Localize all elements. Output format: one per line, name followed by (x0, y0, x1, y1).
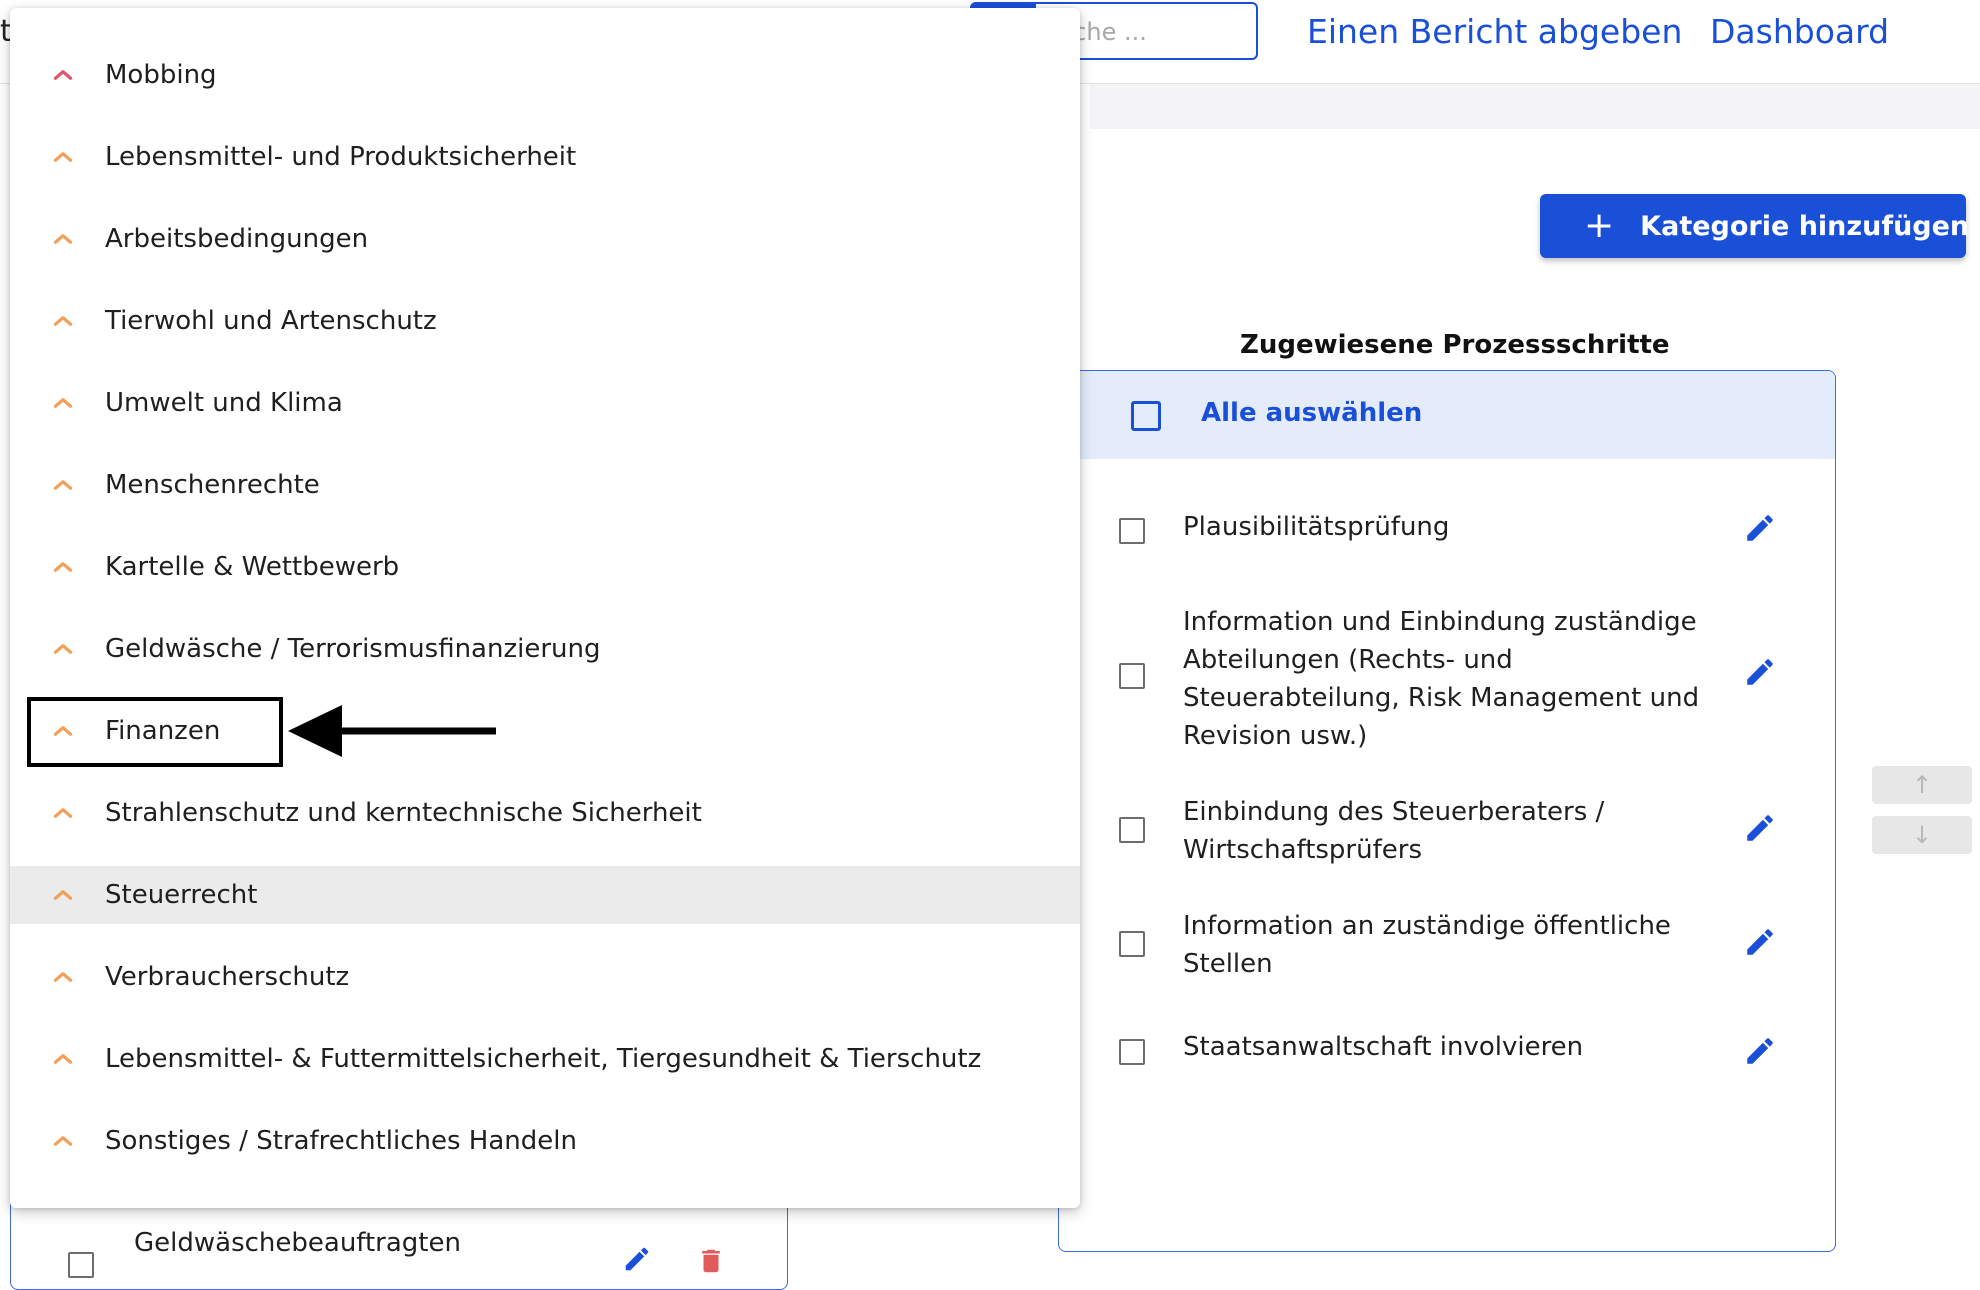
dropdown-item-label: Verbraucherschutz (105, 962, 350, 992)
trash-icon[interactable] (696, 1246, 726, 1276)
chevron-up-icon (53, 1054, 73, 1064)
dropdown-item[interactable]: Sonstiges / Strafrechtliches Handeln (10, 1112, 1080, 1170)
dropdown-item-label: Menschenrechte (105, 470, 320, 500)
process-steps-panel: Alle auswählen Plausibilitätsprüfung Inf… (1058, 370, 1836, 1252)
select-all-label[interactable]: Alle auswählen (1201, 398, 1422, 428)
chevron-up-icon (53, 808, 73, 818)
dropdown-item-label: Umwelt und Klima (105, 388, 343, 418)
category-dropdown-menu: Mobbing Lebensmittel- und Produktsicherh… (10, 8, 1080, 1208)
chevron-up-icon (53, 1136, 73, 1146)
dropdown-item[interactable]: Arbeitsbedingungen (10, 210, 1080, 268)
dropdown-item[interactable]: Tierwohl und Artenschutz (10, 292, 1080, 350)
list-row-checkbox[interactable] (68, 1252, 94, 1278)
chevron-up-icon (53, 890, 73, 900)
dropdown-item-label: Lebensmittel- und Produktsicherheit (105, 142, 577, 172)
nav-dashboard-link[interactable]: Dashboard (1710, 12, 1889, 51)
list-row-label: Geldwäschebeauftragten (134, 1228, 461, 1258)
dropdown-item-label: Arbeitsbedingungen (105, 224, 369, 254)
step-label: Information an zuständige öffentliche St… (1183, 911, 1671, 979)
dropdown-item-label: Steuerrecht (105, 880, 258, 910)
dropdown-item[interactable]: Lebensmittel- & Futtermittelsicherheit, … (10, 1030, 1080, 1088)
plus-icon: + (1584, 205, 1615, 246)
pencil-icon[interactable] (1743, 655, 1777, 689)
select-all-row[interactable]: Alle auswählen (1059, 371, 1835, 459)
dropdown-item[interactable]: Umwelt und Klima (10, 374, 1080, 432)
step-checkbox[interactable] (1119, 817, 1145, 843)
step-checkbox[interactable] (1119, 663, 1145, 689)
step-label: Staatsanwaltschaft involvieren (1183, 1032, 1584, 1062)
process-panel-title: Zugewiesene Prozessschritte (1240, 330, 1670, 360)
chevron-up-icon (53, 398, 73, 408)
dropdown-item[interactable]: Mobbing (10, 46, 1080, 104)
pencil-icon[interactable] (1743, 511, 1777, 545)
chevron-up-icon (53, 480, 73, 490)
chevron-up-icon (53, 234, 73, 244)
dropdown-item-hovered[interactable]: Steuerrecht (10, 866, 1080, 924)
pencil-icon[interactable] (1743, 1034, 1777, 1068)
dropdown-item-label: Strahlenschutz und kerntechnische Sicher… (105, 798, 702, 828)
chevron-up-icon (53, 644, 73, 654)
dropdown-item[interactable]: Strahlenschutz und kerntechnische Sicher… (10, 784, 1080, 842)
sub-header-bar (1090, 84, 1980, 129)
move-down-button[interactable]: ↓ (1872, 816, 1972, 854)
step-checkbox[interactable] (1119, 1039, 1145, 1065)
pencil-icon[interactable] (622, 1244, 652, 1274)
dropdown-item-label: Geldwäsche / Terrorismusfinanzierung (105, 634, 601, 664)
dropdown-item[interactable]: Geldwäsche / Terrorismusfinanzierung (10, 620, 1080, 678)
step-checkbox[interactable] (1119, 518, 1145, 544)
dropdown-item[interactable]: Verbraucherschutz (10, 948, 1080, 1006)
dropdown-item[interactable]: Menschenrechte (10, 456, 1080, 514)
chevron-up-icon (53, 316, 73, 326)
dropdown-item-label: Kartelle & Wettbewerb (105, 552, 400, 582)
dropdown-item-label: Mobbing (105, 60, 217, 90)
chevron-up-icon (53, 562, 73, 572)
dropdown-item[interactable]: Kartelle & Wettbewerb (10, 538, 1080, 596)
step-label: Information und Einbindung zuständige Ab… (1183, 607, 1700, 751)
chevron-up-icon (53, 70, 73, 80)
step-label: Plausibilitätsprüfung (1183, 512, 1450, 542)
step-checkbox[interactable] (1119, 931, 1145, 957)
dropdown-item-label: Sonstiges / Strafrechtliches Handeln (105, 1126, 577, 1156)
dropdown-item-label: Tierwohl und Artenschutz (105, 306, 437, 336)
dropdown-item-label: Lebensmittel- & Futtermittelsicherheit, … (105, 1044, 982, 1074)
pencil-icon[interactable] (1743, 925, 1777, 959)
move-up-button[interactable]: ↑ (1872, 766, 1972, 804)
nav-submit-report-link[interactable]: Einen Bericht abgeben (1307, 12, 1682, 51)
pencil-icon[interactable] (1743, 811, 1777, 845)
add-category-label: Kategorie hinzufügen (1640, 210, 1970, 242)
annotation-arrow-icon (288, 705, 496, 757)
annotation-highlight-box (27, 697, 283, 767)
add-category-button[interactable]: + Kategorie hinzufügen (1540, 194, 1970, 258)
step-label: Einbindung des Steuerberaters / Wirtscha… (1183, 797, 1605, 865)
chevron-up-icon (53, 152, 73, 162)
chevron-up-icon (53, 972, 73, 982)
select-all-checkbox[interactable] (1131, 401, 1161, 431)
dropdown-item[interactable]: Lebensmittel- und Produktsicherheit (10, 128, 1080, 186)
